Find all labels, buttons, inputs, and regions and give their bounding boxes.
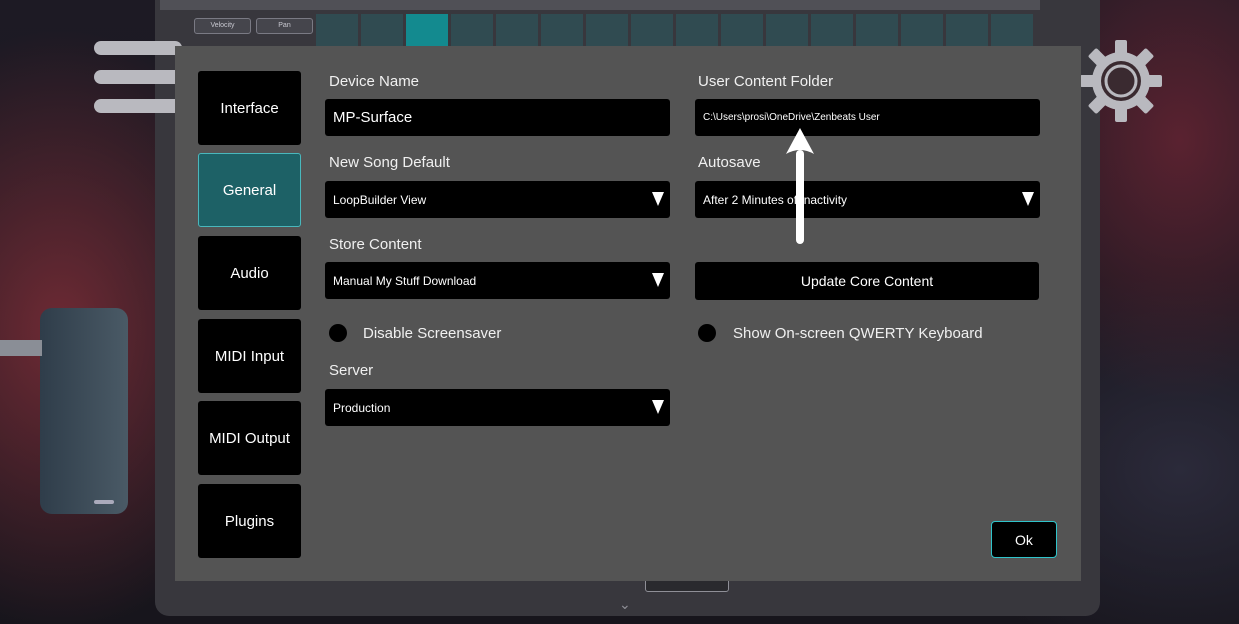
autosave-value: After 2 Minutes of Inactivity xyxy=(703,192,848,207)
usb-hub xyxy=(40,308,128,514)
drum-pad[interactable] xyxy=(856,14,898,46)
pad-grid xyxy=(316,14,1033,46)
server-select[interactable]: Production xyxy=(325,389,670,426)
drum-pad[interactable] xyxy=(811,14,853,46)
dropdown-caret-icon xyxy=(652,273,664,287)
drum-pad[interactable] xyxy=(766,14,808,46)
device-name-value: MP-Surface xyxy=(333,109,413,126)
velocity-button[interactable]: Velocity xyxy=(194,18,251,34)
tab-plugins[interactable]: Plugins xyxy=(198,484,301,558)
store-content-label: Store Content xyxy=(329,236,422,253)
new-song-default-select[interactable]: LoopBuilder View xyxy=(325,181,670,218)
device-top-strip xyxy=(160,0,1040,10)
disable-screensaver-toggle[interactable] xyxy=(329,324,347,342)
drum-pad[interactable] xyxy=(991,14,1033,46)
update-core-content-button[interactable]: Update Core Content xyxy=(695,262,1039,300)
drum-pad[interactable] xyxy=(496,14,538,46)
hamburger-menu-icon-bar[interactable] xyxy=(94,99,182,113)
user-content-folder-input[interactable]: C:\Users\prosi\OneDrive\Zenbeats User xyxy=(695,99,1040,136)
tab-interface[interactable]: Interface xyxy=(198,71,301,145)
tab-midi-input[interactable]: MIDI Input xyxy=(198,319,301,393)
ok-button[interactable]: Ok xyxy=(991,521,1057,558)
server-value: Production xyxy=(333,400,391,415)
server-label: Server xyxy=(329,362,374,379)
user-content-folder-label: User Content Folder xyxy=(698,73,834,90)
hub-slot xyxy=(94,500,114,504)
pan-button[interactable]: Pan xyxy=(256,18,313,34)
autosave-label: Autosave xyxy=(698,154,761,171)
tab-audio[interactable]: Audio xyxy=(198,236,301,310)
drum-pad[interactable] xyxy=(901,14,943,46)
tab-midi-output[interactable]: MIDI Output xyxy=(198,401,301,475)
show-qwerty-toggle[interactable] xyxy=(698,324,716,342)
tab-general[interactable]: General xyxy=(198,153,301,227)
drum-pad[interactable] xyxy=(946,14,988,46)
device-name-input[interactable]: MP-Surface xyxy=(325,99,670,136)
disable-screensaver-label: Disable Screensaver xyxy=(363,325,502,342)
drum-pad[interactable] xyxy=(316,14,358,46)
store-content-value: Manual My Stuff Download xyxy=(333,273,477,288)
store-content-select[interactable]: Manual My Stuff Download xyxy=(325,262,670,299)
drum-pad[interactable] xyxy=(631,14,673,46)
show-qwerty-label: Show On-screen QWERTY Keyboard xyxy=(733,325,983,342)
drum-pad[interactable] xyxy=(721,14,763,46)
drum-pad[interactable] xyxy=(586,14,628,46)
autosave-select[interactable]: After 2 Minutes of Inactivity xyxy=(695,181,1040,218)
drum-pad[interactable] xyxy=(406,14,448,46)
hamburger-menu-icon[interactable] xyxy=(94,41,182,55)
hamburger-menu-icon-bar[interactable] xyxy=(94,70,182,84)
drum-pad[interactable] xyxy=(361,14,403,46)
dropdown-caret-icon xyxy=(1022,192,1034,206)
drum-pad[interactable] xyxy=(541,14,583,46)
new-song-default-label: New Song Default xyxy=(329,154,450,171)
user-content-folder-value: C:\Users\prosi\OneDrive\Zenbeats User xyxy=(703,112,880,123)
dropdown-caret-icon xyxy=(652,192,664,206)
drum-pad[interactable] xyxy=(451,14,493,46)
settings-dialog: Interface General Audio MIDI Input MIDI … xyxy=(175,46,1081,581)
drum-pad[interactable] xyxy=(676,14,718,46)
annotation-arrow-icon xyxy=(786,128,814,244)
device-name-label: Device Name xyxy=(329,73,420,90)
chevron-down-icon[interactable]: ⌄ xyxy=(619,596,631,613)
new-song-default-value: LoopBuilder View xyxy=(333,192,427,207)
gear-icon[interactable] xyxy=(1078,38,1164,124)
dropdown-caret-icon xyxy=(652,400,664,414)
cable xyxy=(0,340,42,356)
